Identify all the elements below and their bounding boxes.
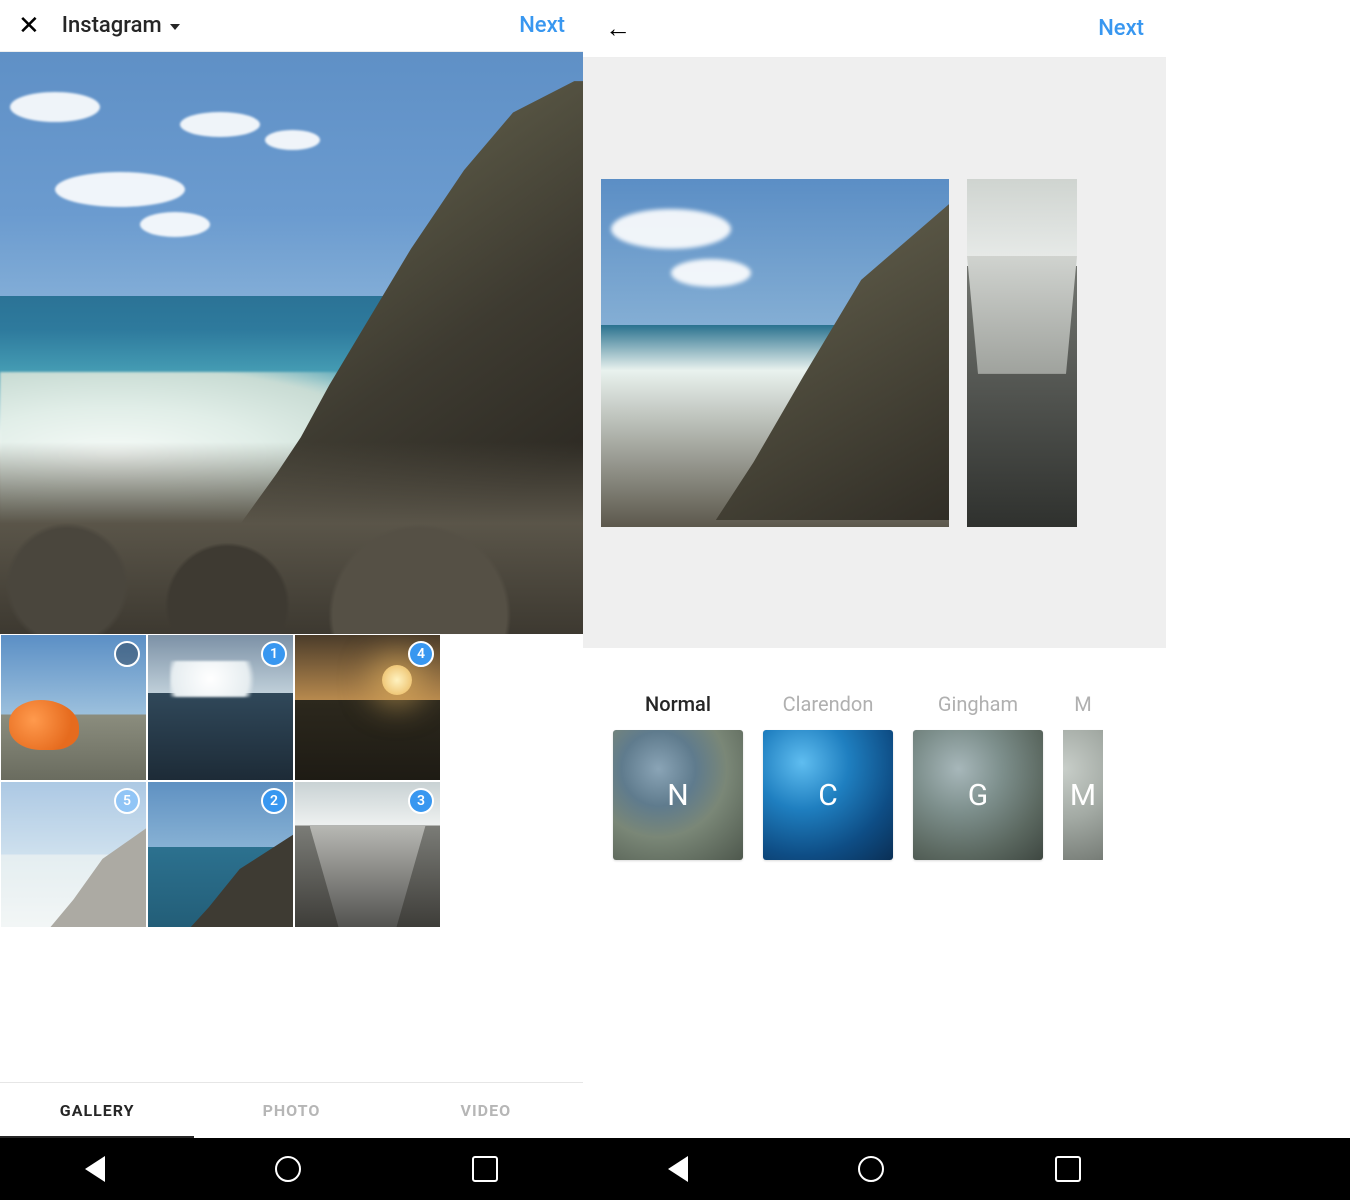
gallery-thumb[interactable]: 2 [148,782,293,927]
android-nav-bar [0,1138,1350,1200]
nav-recents-icon[interactable] [472,1156,498,1182]
selection-badge: 1 [261,641,287,667]
filter-more[interactable]: M M [1063,692,1103,860]
gallery-thumb[interactable]: 4 [295,635,440,780]
header: ← Next [583,0,1166,58]
selection-badge [114,641,140,667]
filter-thumb: G [913,730,1043,860]
source-dropdown[interactable]: Instagram [62,13,180,38]
gallery-thumb[interactable]: 1 [148,635,293,780]
gallery-thumb[interactable]: 3 [295,782,440,927]
screen-gallery-picker: ✕ Instagram Next 1 [0,0,583,1138]
screen-filter-picker: ← Next Normal N Clarendon [583,0,1166,1138]
nav-back-icon[interactable] [85,1156,105,1182]
photo-carousel[interactable] [583,58,1166,648]
header: ✕ Instagram Next [0,0,583,52]
nav-home-icon[interactable] [275,1156,301,1182]
gallery-grid: 1 4 5 2 3 [0,634,583,928]
chevron-down-icon [170,24,180,30]
gallery-thumb[interactable]: 5 [1,782,146,927]
selection-badge: 5 [114,788,140,814]
next-button[interactable]: Next [1098,16,1144,41]
close-icon[interactable]: ✕ [18,13,40,39]
gallery-thumb[interactable] [1,635,146,780]
selection-badge: 3 [408,788,434,814]
filter-thumb: N [613,730,743,860]
tab-video[interactable]: VIDEO [389,1083,583,1138]
nav-recents-icon[interactable] [1055,1156,1081,1182]
selection-badge: 2 [261,788,287,814]
selected-photo-preview[interactable] [0,52,583,634]
filter-label: Gingham [938,692,1018,716]
selection-badge: 4 [408,641,434,667]
source-title: Instagram [62,13,162,38]
carousel-photo[interactable] [601,179,949,527]
filter-strip: Normal N Clarendon C Gingham G M M [583,648,1166,1138]
filter-thumb: C [763,730,893,860]
filter-label: M [1063,692,1103,716]
filter-label: Clarendon [783,692,874,716]
nav-back-icon[interactable] [668,1156,688,1182]
next-button[interactable]: Next [519,13,565,38]
tab-photo[interactable]: PHOTO [194,1083,388,1138]
nav-home-icon[interactable] [858,1156,884,1182]
filter-clarendon[interactable]: Clarendon C [763,692,893,860]
carousel-photo[interactable] [967,179,1077,527]
filter-thumb: M [1063,730,1103,860]
mode-tabs: GALLERY PHOTO VIDEO [0,1082,583,1138]
filter-label: Normal [645,692,711,716]
filter-normal[interactable]: Normal N [613,692,743,860]
filter-gingham[interactable]: Gingham G [913,692,1043,860]
tab-gallery[interactable]: GALLERY [0,1083,194,1138]
back-arrow-icon[interactable]: ← [605,13,631,44]
